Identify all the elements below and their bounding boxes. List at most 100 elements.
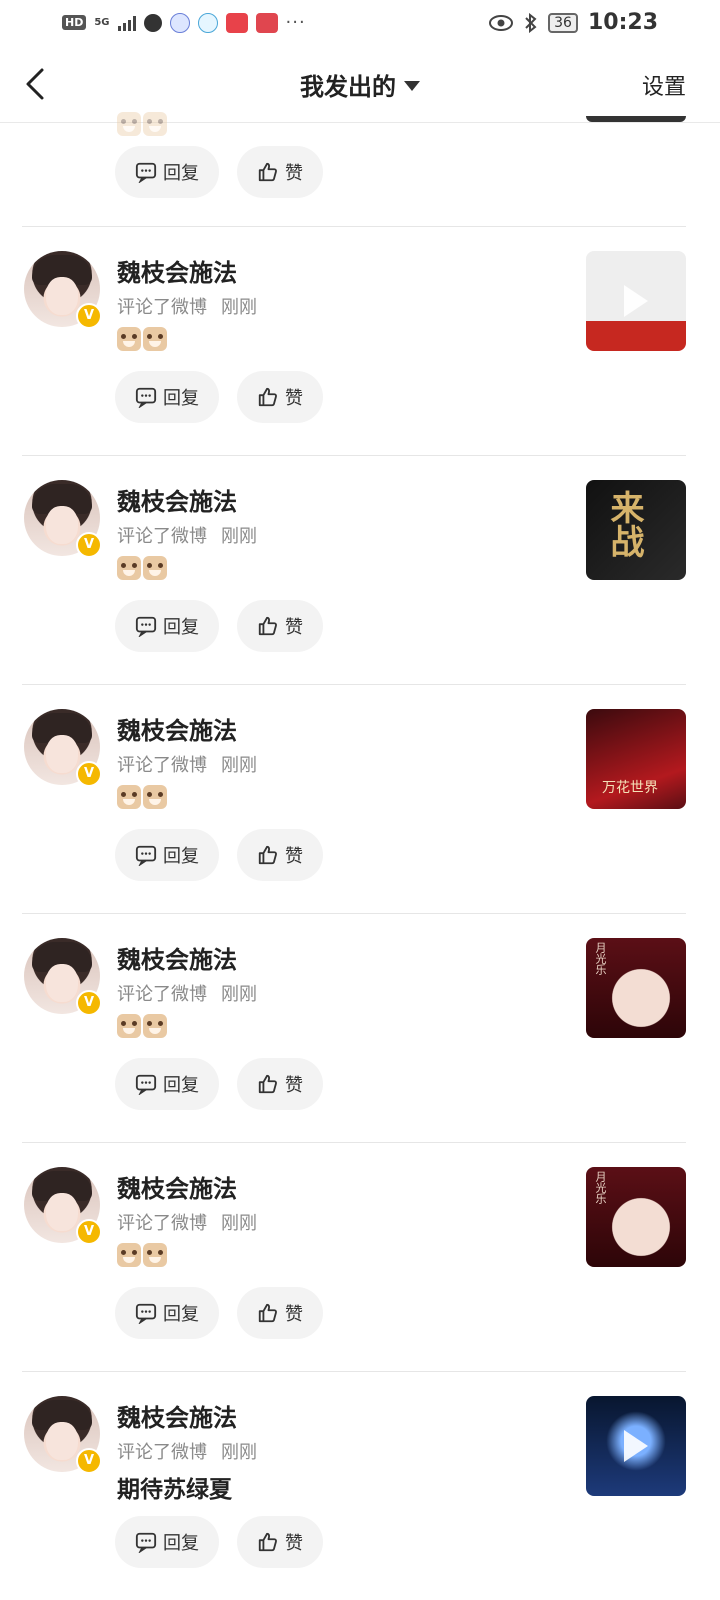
like-button[interactable]: 赞 <box>237 829 323 881</box>
like-button[interactable]: 赞 <box>237 1287 323 1339</box>
reply-button[interactable]: 回复 <box>115 1287 219 1339</box>
reply-label: 回复 <box>163 1533 199 1554</box>
timestamp: 刚刚 <box>221 984 257 1005</box>
like-label: 赞 <box>285 617 303 638</box>
emoji-icon <box>117 1014 141 1038</box>
comment-text: 期待苏绿夏 <box>117 1477 232 1503</box>
emoji-icon <box>117 1243 141 1267</box>
list-item[interactable]: V 魏枝会施法 评论了微博 刚刚 月光乐 回复 赞 <box>22 914 686 1143</box>
verified-badge-icon: V <box>76 1219 102 1245</box>
like-button[interactable]: 赞 <box>237 1516 323 1568</box>
item-actions: 回复 赞 <box>115 146 323 198</box>
thumbs-up-icon <box>258 1303 277 1323</box>
like-label: 赞 <box>285 846 303 867</box>
emoji-content <box>117 1243 167 1267</box>
action-text: 评论了微博 <box>117 755 207 776</box>
post-thumbnail[interactable]: 月光乐 <box>586 938 686 1038</box>
item-meta: 评论了微博 刚刚 <box>117 751 257 777</box>
like-button[interactable]: 赞 <box>237 1058 323 1110</box>
comment-icon <box>135 1532 157 1553</box>
reply-button[interactable]: 回复 <box>115 371 219 423</box>
like-button[interactable]: 赞 <box>237 371 323 423</box>
reply-button[interactable]: 回复 <box>115 829 219 881</box>
reply-label: 回复 <box>163 1304 199 1325</box>
reply-label: 回复 <box>163 617 199 638</box>
emoji-icon <box>143 556 167 580</box>
comment-icon <box>135 845 157 866</box>
verified-badge-icon: V <box>76 761 102 787</box>
user-name[interactable]: 魏枝会施法 <box>117 253 237 288</box>
post-thumbnail[interactable]: 来战 <box>586 480 686 580</box>
action-text: 评论了微博 <box>117 297 207 318</box>
item-meta: 评论了微博 刚刚 <box>117 1438 257 1464</box>
user-name[interactable]: 魏枝会施法 <box>117 711 237 746</box>
list-item[interactable]: V 魏枝会施法 评论了微博 刚刚 回复 赞 <box>22 227 686 456</box>
emoji-content <box>117 785 167 809</box>
timestamp: 刚刚 <box>221 755 257 776</box>
post-thumbnail[interactable] <box>586 116 686 122</box>
reply-button[interactable]: 回复 <box>115 1058 219 1110</box>
weibo-notification-icon <box>225 12 248 33</box>
play-icon <box>624 285 648 317</box>
more-notifications-icon: ··· <box>285 12 306 33</box>
caret-down-icon <box>404 81 420 91</box>
emoji-icon <box>143 785 167 809</box>
item-meta: 评论了微博 刚刚 <box>117 980 257 1006</box>
play-icon <box>624 1430 648 1462</box>
post-thumbnail[interactable]: 万花世界 <box>586 709 686 809</box>
post-thumbnail[interactable] <box>586 1396 686 1496</box>
reply-label: 回复 <box>163 846 199 867</box>
emoji-icon <box>117 112 141 136</box>
user-name[interactable]: 魏枝会施法 <box>117 940 237 975</box>
item-actions: 回复 赞 <box>115 1287 323 1339</box>
list-item[interactable]: V 魏枝会施法 评论了微博 刚刚 月光乐 回复 赞 <box>22 1143 686 1372</box>
thumbnail-text: 月光乐 <box>594 1171 607 1204</box>
timestamp: 刚刚 <box>221 297 257 318</box>
emoji-icon <box>117 785 141 809</box>
comment-icon <box>135 1303 157 1324</box>
post-thumbnail[interactable] <box>586 251 686 351</box>
like-label: 赞 <box>285 1533 303 1554</box>
eye-icon <box>489 14 514 31</box>
like-button[interactable]: 赞 <box>237 146 323 198</box>
emoji-content <box>117 327 167 351</box>
video-notification-icon <box>255 12 278 33</box>
timestamp: 刚刚 <box>221 1213 257 1234</box>
like-label: 赞 <box>285 1304 303 1325</box>
user-name[interactable]: 魏枝会施法 <box>117 482 237 517</box>
list-item[interactable]: V 魏枝会施法 评论了微博 刚刚 期待苏绿夏 回复 赞 <box>22 1372 686 1600</box>
list-item[interactable]: V 魏枝会施法 评论了微博 刚刚 来战 回复 赞 <box>22 456 686 685</box>
item-meta: 评论了微博 刚刚 <box>117 1209 257 1235</box>
thumbnail-text: 万花世界 <box>602 780 658 796</box>
settings-button[interactable]: 设置 <box>642 69 686 101</box>
reply-label: 回复 <box>163 163 199 184</box>
list-item: 回复 赞 <box>22 112 686 227</box>
post-thumbnail[interactable]: 月光乐 <box>586 1167 686 1267</box>
status-left: HD 5G ··· <box>62 12 306 33</box>
thumbs-up-icon <box>258 616 277 636</box>
emoji-content <box>117 556 167 580</box>
thumbs-up-icon <box>258 1532 277 1552</box>
battery-icon: 36 <box>548 12 578 33</box>
list-item[interactable]: V 魏枝会施法 评论了微博 刚刚 万花世界 回复 赞 <box>22 685 686 914</box>
reply-button[interactable]: 回复 <box>115 1516 219 1568</box>
hd-indicator: HD <box>62 15 87 30</box>
reply-button[interactable]: 回复 <box>115 600 219 652</box>
reply-label: 回复 <box>163 1075 199 1096</box>
user-name[interactable]: 魏枝会施法 <box>117 1398 237 1433</box>
app-notification-icon <box>197 12 218 33</box>
comment-list: 回复 赞 V 魏枝会施法 评论了微博 刚刚 回复 赞 V 魏枝会施法 评论了微博… <box>0 112 720 1600</box>
status-right: 36 10:23 <box>488 10 658 35</box>
verified-badge-icon: V <box>76 1448 102 1474</box>
page-title[interactable]: 我发出的 <box>0 67 720 102</box>
reply-button[interactable]: 回复 <box>115 146 219 198</box>
like-button[interactable]: 赞 <box>237 600 323 652</box>
thumbs-up-icon <box>258 387 277 407</box>
user-name[interactable]: 魏枝会施法 <box>117 1169 237 1204</box>
comment-icon <box>135 162 157 183</box>
thumbs-up-icon <box>258 845 277 865</box>
action-text: 评论了微博 <box>117 984 207 1005</box>
emoji-icon <box>143 327 167 351</box>
verified-badge-icon: V <box>76 303 102 329</box>
verified-badge-icon: V <box>76 990 102 1016</box>
